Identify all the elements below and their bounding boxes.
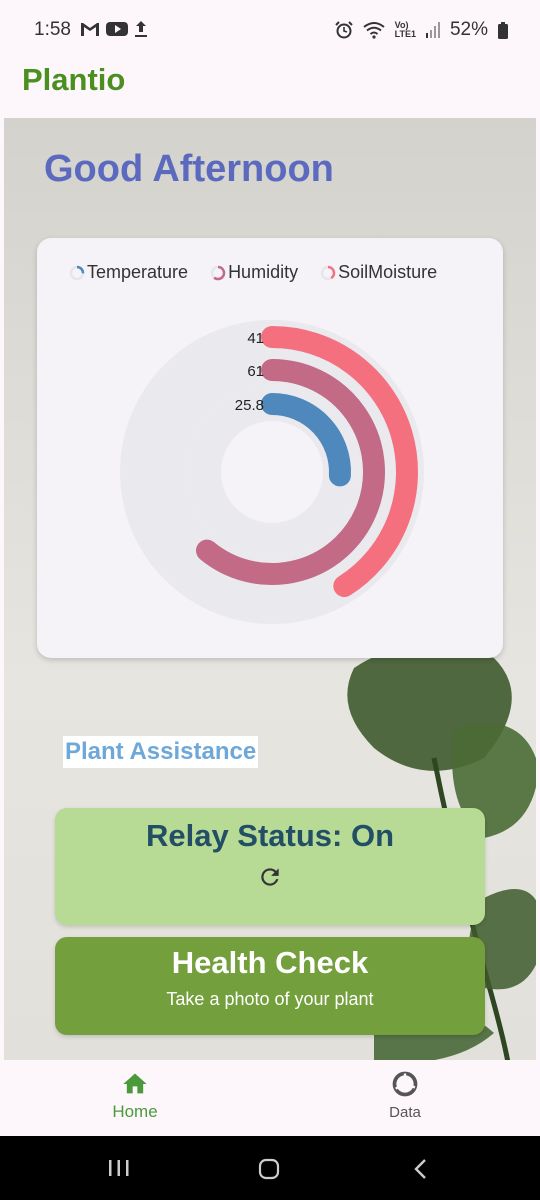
bottom-navigation: Home Data (0, 1060, 540, 1136)
relay-status-text: Relay Status: On (145, 818, 395, 853)
status-bar: 1:58 Vo) LTE1 52% (0, 0, 540, 60)
relay-status-card[interactable]: Relay Status: On (55, 808, 485, 925)
system-navigation-bar (0, 1136, 540, 1200)
legend-soilmoisture-label: SoilMoisture (338, 262, 438, 282)
nav-data-label: Data (389, 1104, 421, 1121)
radial-value-label-humidity: 61 (247, 363, 264, 380)
greeting-heading: Good Afternoon (44, 148, 334, 190)
battery-icon (498, 21, 508, 39)
battery-percent: 52% (449, 19, 488, 40)
status-time: 1:58 (34, 19, 71, 40)
upload-icon (135, 21, 147, 37)
home-screen: Good Afternoon Temperature Humidity Soil… (4, 118, 536, 1060)
nav-home[interactable]: Home (75, 1070, 195, 1122)
legend-humidity-label: Humidity (228, 262, 299, 282)
lte-label: LTE1 (394, 29, 416, 39)
gmail-icon (81, 23, 99, 36)
legend-humidity[interactable]: Humidity (210, 262, 298, 283)
legend-temperature[interactable]: Temperature (69, 262, 188, 283)
health-check-title: Health Check (171, 945, 369, 980)
youtube-icon (106, 22, 128, 36)
sensor-chart-card: Temperature Humidity SoilMoisture 25.8 61… (37, 238, 503, 658)
system-status-icons: Vo) LTE1 52% (334, 19, 508, 41)
legend-soilmoisture-marker (320, 265, 336, 280)
radial-value-label-temperature: 25.8 (235, 397, 264, 414)
health-check-card[interactable]: Health Check Take a photo of your plant (55, 937, 485, 1035)
legend-humidity-marker (210, 265, 226, 280)
nav-data[interactable]: Data (345, 1070, 465, 1121)
donut-chart-icon (392, 1071, 418, 1097)
home-button[interactable] (258, 1158, 280, 1180)
legend-temperature-marker (69, 265, 85, 280)
health-check-subtitle: Take a photo of your plant (166, 989, 374, 1009)
notification-icons (80, 20, 148, 38)
chart-legend: Temperature Humidity SoilMoisture (69, 262, 437, 283)
plant-assistance-heading[interactable]: Plant Assistance (63, 736, 259, 768)
radial-value-label-soilmoisture: 41 (247, 330, 264, 347)
home-icon (123, 1073, 147, 1094)
nav-home-label: Home (112, 1102, 158, 1121)
alarm-icon (334, 21, 353, 39)
legend-soilmoisture[interactable]: SoilMoisture (320, 262, 437, 283)
back-button[interactable] (412, 1158, 428, 1180)
volte-lte-icon: Vo) LTE1 (395, 21, 416, 39)
recents-button[interactable] (107, 1158, 131, 1178)
radial-bar-chart: 25.8 61 41 (120, 320, 424, 624)
signal-icon (425, 22, 440, 38)
legend-temperature-label: Temperature (87, 262, 189, 282)
app-title: Plantio (22, 62, 126, 97)
refresh-icon[interactable] (257, 864, 283, 890)
wifi-icon (363, 22, 385, 39)
